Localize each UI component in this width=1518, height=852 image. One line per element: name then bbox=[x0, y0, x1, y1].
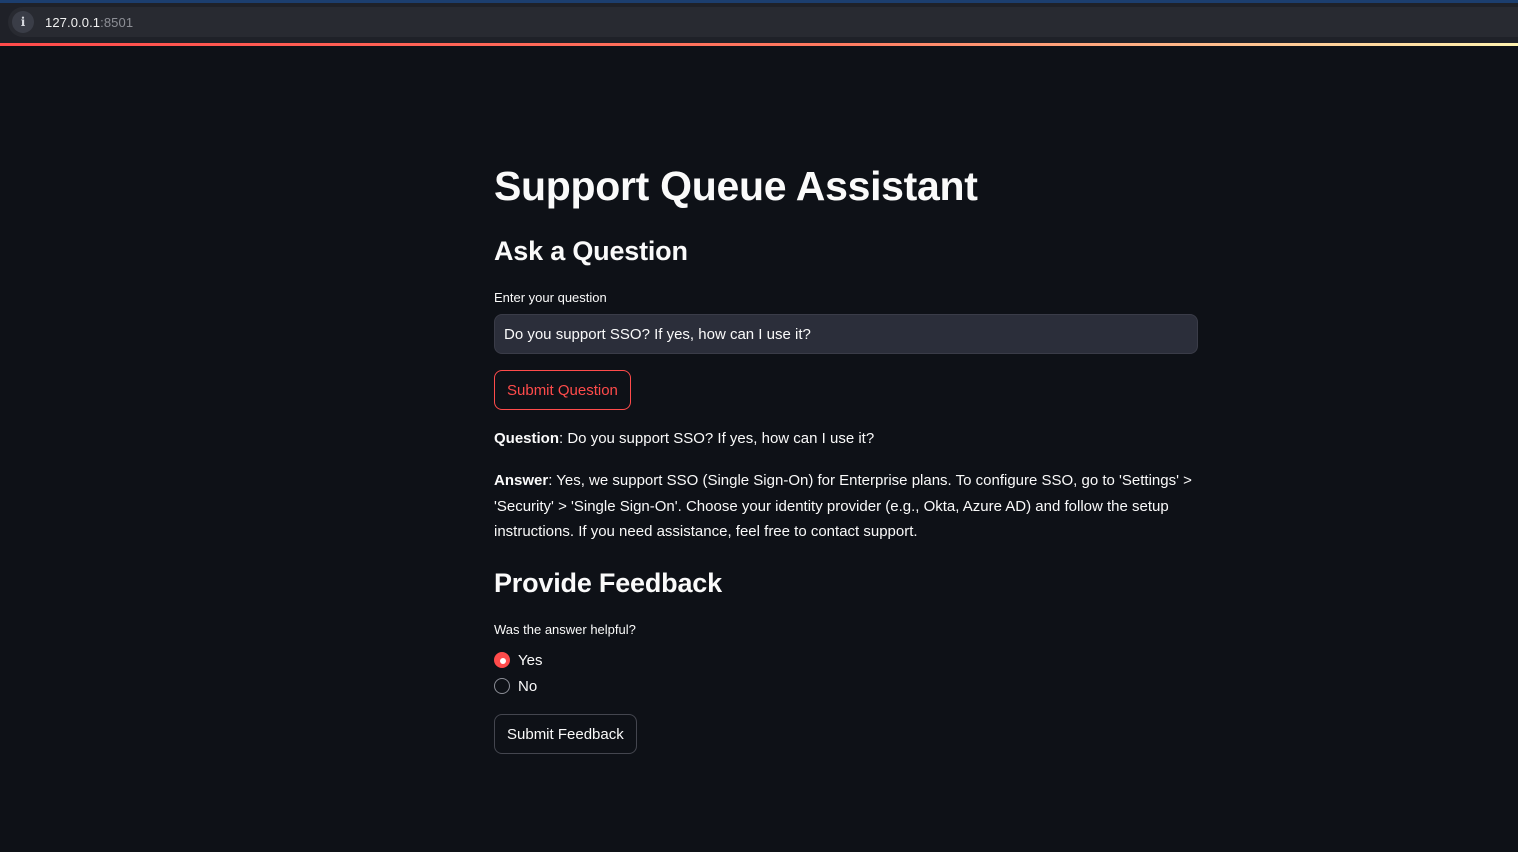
radio-option-yes[interactable]: Yes bbox=[494, 647, 542, 673]
answer-text: : Yes, we support SSO (Single Sign-On) f… bbox=[494, 472, 1192, 540]
url-text: 127.0.0.1:8501 bbox=[45, 15, 133, 30]
app-header-decoration bbox=[0, 43, 1518, 46]
question-input-label: Enter your question bbox=[494, 290, 607, 305]
answer-label: Answer bbox=[494, 472, 549, 489]
helpful-radio-group: Yes No bbox=[494, 647, 542, 699]
question-label: Question bbox=[494, 430, 560, 447]
url-host: 127.0.0.1 bbox=[45, 14, 101, 30]
site-info-icon[interactable]: i bbox=[12, 11, 34, 33]
page-title: Support Queue Assistant bbox=[494, 163, 978, 209]
helpful-radio-label: Was the answer helpful? bbox=[494, 622, 636, 637]
question-echo: Question: Do you support SSO? If yes, ho… bbox=[494, 426, 1198, 452]
submit-feedback-button[interactable]: Submit Feedback bbox=[494, 714, 637, 754]
radio-unchecked-icon[interactable] bbox=[494, 678, 510, 694]
feedback-heading: Provide Feedback bbox=[494, 568, 722, 598]
answer-text-block: Answer: Yes, we support SSO (Single Sign… bbox=[494, 468, 1198, 545]
radio-option-no[interactable]: No bbox=[494, 673, 542, 699]
submit-question-button[interactable]: Submit Question bbox=[494, 370, 631, 410]
ask-question-heading: Ask a Question bbox=[494, 236, 688, 266]
radio-checked-icon[interactable] bbox=[494, 652, 510, 668]
url-port: :8501 bbox=[100, 14, 134, 30]
browser-address-bar: i 127.0.0.1:8501 bbox=[0, 0, 1518, 43]
question-input[interactable] bbox=[494, 314, 1198, 354]
radio-option-label: Yes bbox=[518, 651, 543, 669]
url-field[interactable]: i 127.0.0.1:8501 bbox=[8, 7, 1518, 37]
radio-option-label: No bbox=[518, 677, 538, 695]
question-text: : Do you support SSO? If yes, how can I … bbox=[559, 430, 875, 447]
